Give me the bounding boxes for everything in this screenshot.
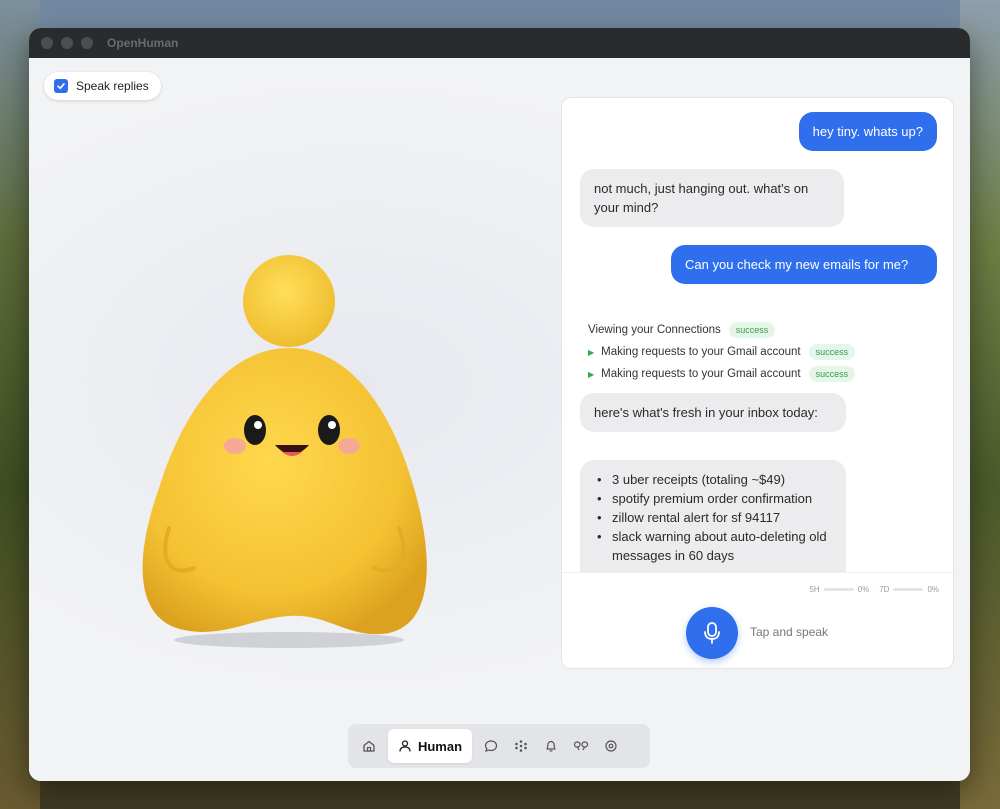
close-window-button[interactable] [41,37,53,49]
mascot-shadow [174,632,404,648]
meter-a-label: 5H [809,585,820,594]
skills-icon [515,740,527,752]
mascot-eye-right [318,415,340,445]
meter-a-value: 0% [857,585,870,594]
mascot-cheek-left [224,438,246,454]
bell-icon [546,740,556,752]
meter-b-value: 0% [927,585,939,594]
nav-notifications-button[interactable] [536,730,566,762]
user-message: hey tiny. whats up? [798,112,937,151]
nav-human-label: Human [417,738,463,754]
list-item: slack warning about auto-deleting old me… [594,527,832,565]
maximize-window-button[interactable] [81,37,93,49]
app-title: OpenHuman [107,36,179,50]
expand-arrow-icon[interactable]: ▶ [588,348,594,357]
status-badge: success [808,344,856,360]
assistant-list-message: 3 uber receipts (totaling ~$49) spotify … [580,460,846,572]
microphone-icon [704,622,720,644]
app-window: OpenHuman Speak replies hey tiny. whats … [29,28,970,781]
message-list[interactable]: hey tiny. whats up? not much, just hangi… [562,98,953,572]
nav-human-tab[interactable]: Human [388,729,472,763]
meter-a-bar [823,588,854,591]
nav-home-button[interactable] [354,730,384,762]
inbox-summary-list: 3 uber receipts (totaling ~$49) spotify … [594,470,832,565]
tap-and-speak-label: Tap and speak [750,625,829,639]
speak-replies-checkbox[interactable] [54,79,68,93]
meter-b-bar [893,588,924,591]
status-badge: success [808,366,856,382]
nav-settings-button[interactable] [596,730,626,762]
tool-call-label: Making requests to your Gmail account [601,368,801,380]
bottom-nav: Human [348,724,650,768]
chat-panel: hey tiny. whats up? not much, just hangi… [561,97,954,669]
tool-call-label: Making requests to your Gmail account [601,346,801,358]
status-badge: success [728,322,776,338]
list-item: 3 uber receipts (totaling ~$49) [594,470,832,489]
meter-b-label: 7D [879,585,890,594]
main-content: Speak replies hey tiny. whats up? not mu… [29,58,970,781]
mascot-cheek-right [338,438,360,454]
usage-meters: 5H 0% 7D 0% [809,585,939,594]
nav-skills-button[interactable] [506,730,536,762]
title-bar: OpenHuman [29,28,970,58]
mascot-head-ball [243,255,335,347]
microphone-button[interactable] [686,607,738,659]
mascot-body [142,348,427,635]
tool-call-label: Viewing your Connections [588,324,721,336]
mascot-character [142,255,427,648]
minimize-window-button[interactable] [61,37,73,49]
tool-call-row: Viewing your Connections success [588,322,776,338]
expand-arrow-icon[interactable]: ▶ [588,370,594,379]
voice-input-area: 5H 0% 7D 0% Tap and speak [562,572,953,668]
chat-icon [484,740,498,752]
assistant-message: not much, just hanging out. what's on yo… [580,169,844,227]
mascot-eye-left [244,415,266,445]
list-item: zillow rental alert for sf 94117 [594,508,832,527]
nav-connections-button[interactable] [566,730,596,762]
tool-call-row[interactable]: ▶ Making requests to your Gmail account … [588,366,856,382]
speak-replies-label: Speak replies [76,79,149,93]
user-message: Can you check my new emails for me? [671,245,937,284]
check-icon [57,83,65,90]
person-icon [399,740,411,752]
assistant-message: here's what's fresh in your inbox today: [580,393,846,432]
nav-chat-button[interactable] [476,730,506,762]
home-icon [363,740,375,752]
tool-call-row[interactable]: ▶ Making requests to your Gmail account … [588,344,856,360]
settings-icon [605,740,617,752]
speak-replies-toggle[interactable]: Speak replies [44,72,161,100]
connections-icon [573,741,589,751]
list-item: spotify premium order confirmation [594,489,832,508]
